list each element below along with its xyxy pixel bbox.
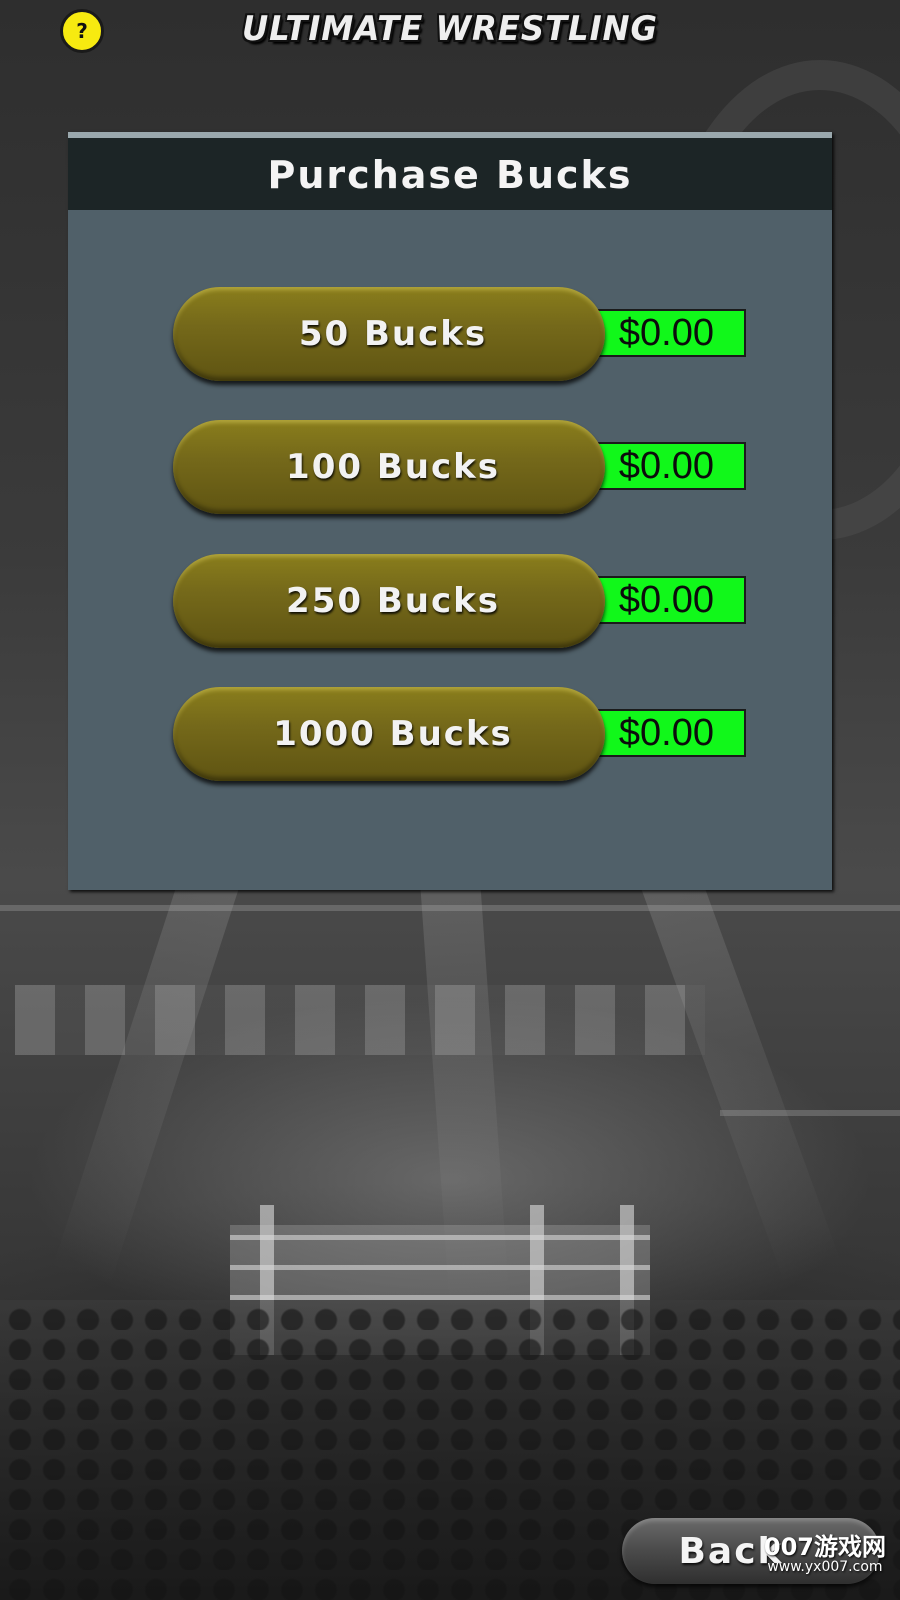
price-tag: $0.00 [583, 576, 746, 624]
price-tag: $0.00 [583, 709, 746, 757]
offer-row: $0.00 250 Bucks [173, 554, 773, 650]
help-button[interactable]: ? [60, 9, 104, 53]
watermark-text: 007游戏网 [763, 1533, 886, 1561]
buy-50-bucks-button[interactable]: 50 Bucks [173, 287, 605, 381]
game-screen: ? ULTIMATE WRESTLING Purchase Bucks $0.0… [0, 0, 900, 1600]
light-beam [641, 869, 842, 1285]
panel-header: Purchase Bucks [68, 132, 832, 210]
offer-row: $0.00 1000 Bucks [173, 687, 773, 783]
game-title-logo: ULTIMATE WRESTLING [241, 9, 659, 49]
buy-button-label: 1000 Bucks [273, 714, 513, 754]
price-tag: $0.00 [583, 442, 746, 490]
buy-1000-bucks-button[interactable]: 1000 Bucks [173, 687, 605, 781]
watermark-url: www.yx007.com [767, 1559, 883, 1576]
purchase-panel: Purchase Bucks $0.00 50 Bucks $0.00 100 … [68, 132, 832, 890]
buy-250-bucks-button[interactable]: 250 Bucks [173, 554, 605, 648]
price-tag: $0.00 [583, 309, 746, 357]
buy-100-bucks-button[interactable]: 100 Bucks [173, 420, 605, 514]
arena-banners [15, 985, 705, 1055]
ring-rope [230, 1265, 650, 1270]
ring-rope [230, 1235, 650, 1240]
site-watermark: 007游戏网 www.yx007.com [764, 1534, 886, 1576]
light-beam [51, 870, 239, 1289]
buy-button-label: 50 Bucks [298, 314, 488, 354]
panel-title: Purchase Bucks [267, 153, 633, 197]
buy-button-label: 100 Bucks [286, 447, 500, 487]
question-mark-icon: ? [76, 19, 88, 43]
offer-row: $0.00 100 Bucks [173, 420, 773, 516]
buy-button-label: 250 Bucks [286, 581, 500, 621]
offer-row: $0.00 50 Bucks [173, 287, 773, 383]
